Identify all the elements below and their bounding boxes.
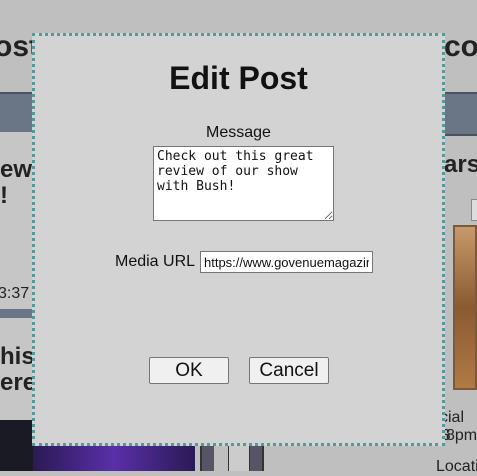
event-time: 8pm — [446, 427, 477, 444]
post-strip-2 — [228, 444, 250, 471]
ok-button[interactable]: OK — [149, 357, 229, 384]
message-textarea[interactable]: Check out this great review of our show … — [153, 146, 334, 221]
post-heading-2: his ere — [0, 343, 37, 396]
media-url-label: Media URL — [115, 253, 196, 270]
post-heading: ew ! — [0, 156, 33, 209]
side-heading: ars — [444, 151, 477, 178]
post-strip — [200, 444, 214, 471]
dialog-title: Edit Post — [169, 60, 308, 96]
post-strip-3 — [250, 444, 264, 471]
cancel-button[interactable]: Cancel — [249, 357, 329, 384]
page-title-fragment-right: co — [444, 30, 477, 63]
edit-post-dialog: Edit Post Message Check out this great r… — [32, 33, 445, 446]
post-time: 3:37 — [0, 285, 30, 302]
post-image-concert — [33, 444, 195, 471]
event-poster — [453, 225, 477, 390]
side-button[interactable] — [471, 199, 477, 221]
post-image — [0, 420, 33, 471]
event-location: Locati — [436, 458, 477, 475]
media-url-input[interactable] — [200, 251, 373, 273]
post-divider — [0, 309, 33, 318]
message-label: Message — [206, 124, 271, 141]
